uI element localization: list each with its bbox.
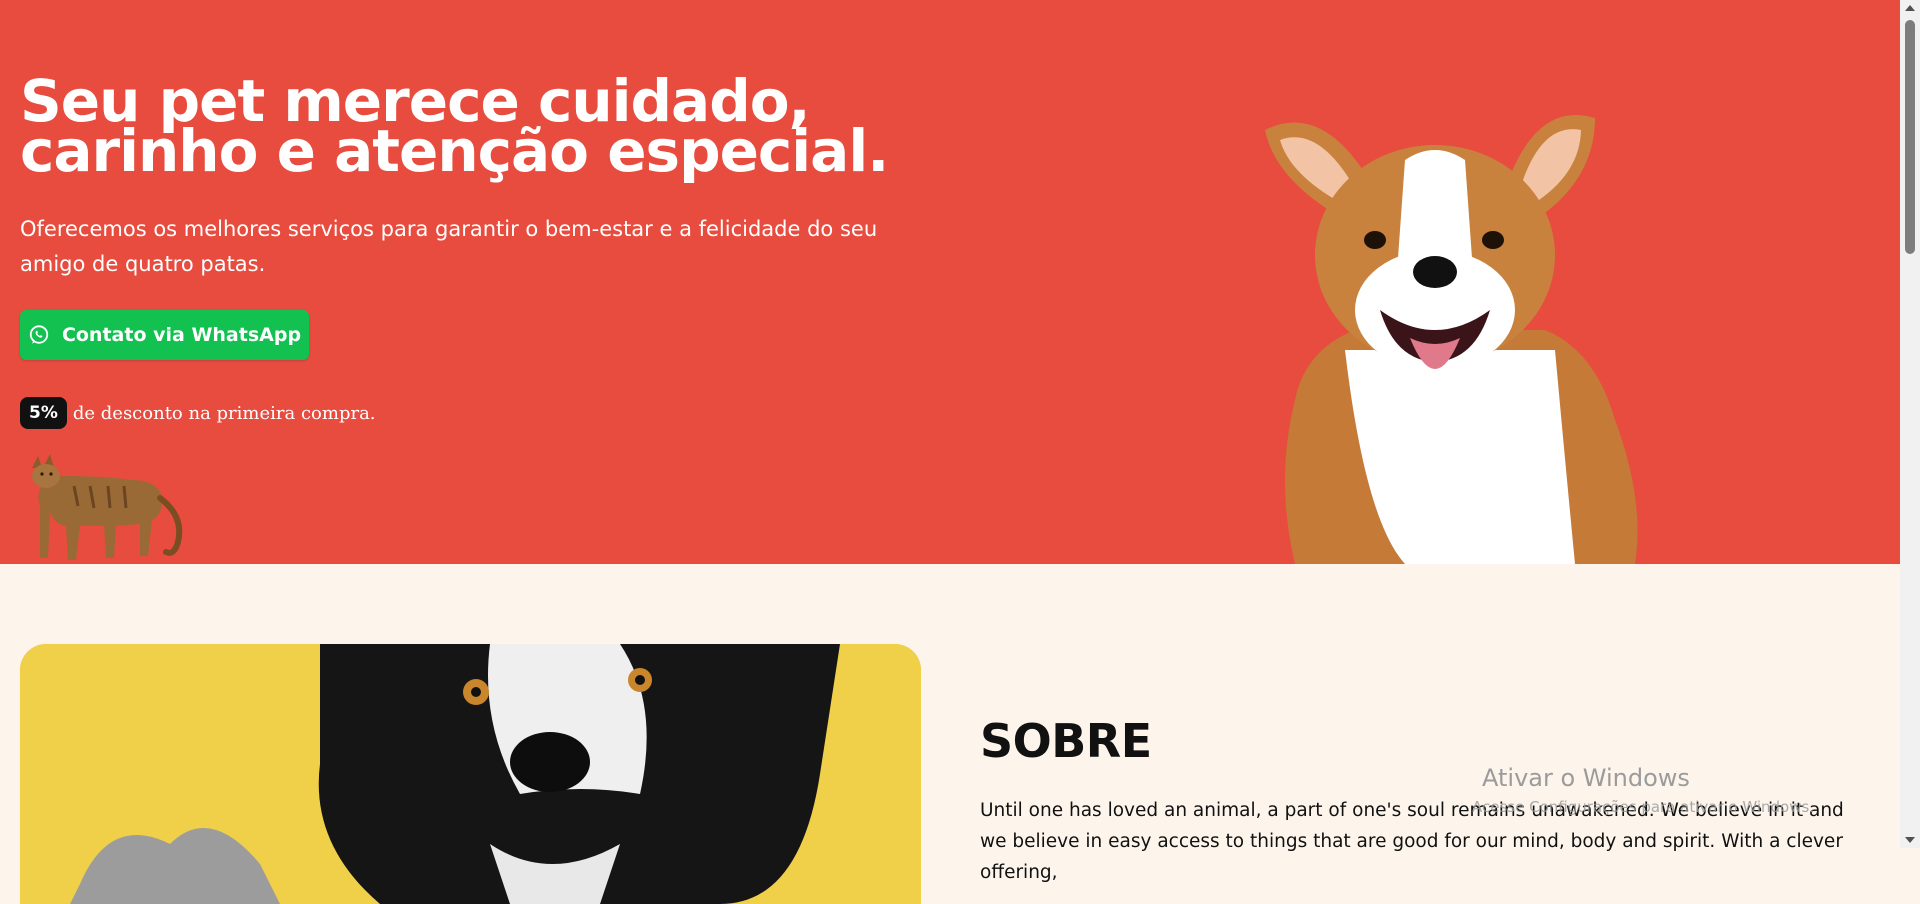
discount-note: 5% de desconto na primeira compra. (20, 397, 376, 429)
cat-image (32, 454, 183, 560)
watermark-subtitle: Acesse Configurações para ativar o Windo… (1472, 798, 1815, 816)
whatsapp-contact-button[interactable]: Contato via WhatsApp (20, 310, 309, 360)
discount-badge: 5% (20, 397, 67, 429)
hero-title-line-2: carinho e atenção especial. (20, 117, 889, 185)
hero-title: Seu pet merece cuidado, carinho e atençã… (20, 72, 920, 185)
corgi-image (1265, 115, 1638, 564)
hero-section: Seu pet merece cuidado, carinho e atençã… (0, 0, 1900, 564)
vertical-scrollbar[interactable] (1900, 0, 1920, 848)
whatsapp-button-label: Contato via WhatsApp (61, 324, 302, 346)
scroll-down-arrow-icon[interactable] (1905, 837, 1915, 843)
whatsapp-icon (29, 325, 49, 344)
scroll-thumb[interactable] (1905, 20, 1915, 254)
border-collie-image (20, 644, 921, 904)
windows-activation-watermark: Ativar o Windows Acesse Configurações pa… (1472, 764, 1814, 816)
about-dog-image (20, 644, 921, 904)
scroll-up-arrow-icon[interactable] (1905, 5, 1915, 11)
discount-text: de desconto na primeira compra. (72, 402, 376, 424)
about-title: SOBRE (980, 714, 1152, 768)
hero-subtitle: Oferecemos os melhores serviços para gar… (20, 217, 878, 276)
watermark-title: Ativar o Windows (1482, 764, 1690, 792)
